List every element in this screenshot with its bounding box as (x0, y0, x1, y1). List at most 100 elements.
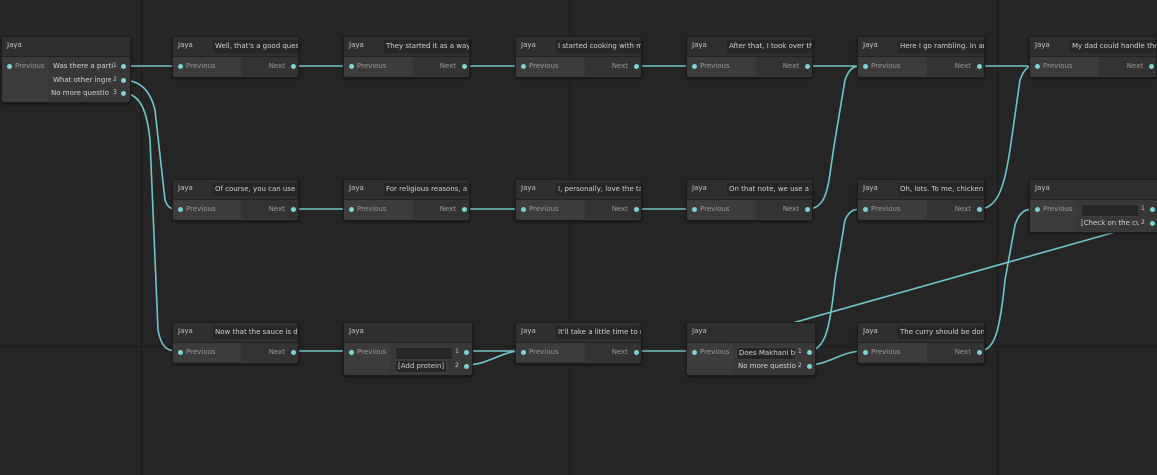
choice-port[interactable] (121, 91, 126, 96)
dialogue-line[interactable]: They started it as a way t (384, 40, 469, 53)
choice-text[interactable]: [Check on the cu (1081, 219, 1139, 228)
node-header: Jaya (2, 37, 130, 57)
dialogue-line[interactable]: Of course, you can use wl (213, 183, 298, 196)
speaker-label: Jaya (692, 184, 707, 192)
dialogue-line[interactable]: The curry should be done (898, 326, 984, 339)
grid-line (997, 0, 998, 475)
previous-port[interactable] (349, 350, 354, 355)
previous-port[interactable] (178, 64, 183, 69)
next-port[interactable] (977, 64, 982, 69)
previous-label: Previous (871, 205, 901, 213)
dialogue-line[interactable]: For religious reasons, a lo (384, 183, 469, 196)
choice-node[interactable]: Jaya Previous 1 [Add protein] 2 (343, 322, 473, 376)
previous-port[interactable] (692, 350, 697, 355)
dialogue-line[interactable]: Well, that's a good questic (213, 40, 298, 53)
choice-input[interactable] (395, 347, 453, 360)
previous-port[interactable] (349, 64, 354, 69)
start-node[interactable]: Jaya Previous Was there a parti 1 What o… (1, 36, 131, 103)
previous-port[interactable] (863, 350, 868, 355)
previous-port[interactable] (1035, 64, 1040, 69)
choice-port[interactable] (807, 364, 812, 369)
dialogue-node[interactable]: Jaya I started cooking with my Previous N… (515, 36, 642, 78)
choice-number: 3 (113, 89, 117, 96)
dialogue-node[interactable]: Jaya I, personally, love the tast Previou… (515, 179, 642, 221)
previous-port[interactable] (178, 207, 183, 212)
speaker-label: Jaya (863, 41, 878, 49)
graph-canvas[interactable]: Jaya Previous Was there a parti 1 What o… (0, 0, 1157, 475)
previous-label: Previous (357, 348, 387, 356)
previous-port[interactable] (863, 207, 868, 212)
choice-text[interactable]: Was there a parti (53, 62, 115, 71)
choice-text[interactable]: What other ingrec (53, 76, 111, 85)
choice-port[interactable] (121, 64, 126, 69)
dialogue-line[interactable]: On that note, we use a lot (727, 183, 812, 196)
previous-port[interactable] (521, 207, 526, 212)
choice-text[interactable]: No more questior (738, 362, 796, 371)
previous-port[interactable] (1035, 207, 1040, 212)
next-port[interactable] (291, 207, 296, 212)
choice-port[interactable] (807, 350, 812, 355)
dialogue-node[interactable]: Jaya Here I go rambling. In any Previous … (857, 36, 985, 78)
choice-text[interactable]: No more questior (51, 89, 109, 98)
choice-port[interactable] (464, 364, 469, 369)
next-port[interactable] (805, 207, 810, 212)
choice-port[interactable] (1150, 207, 1155, 212)
previous-port[interactable] (7, 64, 12, 69)
dialogue-node[interactable]: Jaya For religious reasons, a lo Previous… (343, 179, 470, 221)
dialogue-node[interactable]: Jaya They started it as a way t Previous … (343, 36, 470, 78)
choice-port[interactable] (121, 78, 126, 83)
previous-port[interactable] (521, 350, 526, 355)
previous-port[interactable] (349, 207, 354, 212)
next-port[interactable] (634, 64, 639, 69)
next-port[interactable] (291, 350, 296, 355)
wire (121, 92, 180, 352)
previous-port[interactable] (692, 207, 697, 212)
choice-port[interactable] (1150, 221, 1155, 226)
dialogue-line[interactable]: I started cooking with my (556, 40, 641, 53)
dialogue-line[interactable]: Now that the sauce is don (213, 326, 298, 339)
dialogue-node[interactable]: Jaya Well, that's a good questic Previous… (172, 36, 299, 78)
next-port[interactable] (291, 64, 296, 69)
choice-number: 1 (113, 62, 117, 69)
next-port[interactable] (977, 207, 982, 212)
dialogue-node[interactable]: Jaya Oh, lots. To me, chicken i Previous … (857, 179, 985, 221)
previous-label: Previous (1043, 205, 1073, 213)
dialogue-line[interactable]: It'll take a little time to ma (556, 326, 641, 339)
previous-port[interactable] (521, 64, 526, 69)
next-label: Next (439, 62, 456, 70)
next-port[interactable] (462, 64, 467, 69)
next-port[interactable] (1149, 64, 1154, 69)
dialogue-node[interactable]: Jaya After that, I took over the r Previo… (686, 36, 813, 78)
next-port[interactable] (634, 207, 639, 212)
previous-port[interactable] (863, 64, 868, 69)
choice-input[interactable]: Does Makhani br (736, 347, 796, 360)
dialogue-node[interactable]: Jaya Now that the sauce is don Previous N… (172, 322, 299, 364)
choice-node[interactable]: Jaya Previous Does Makhani br 1 No more … (686, 322, 816, 376)
dialogue-node[interactable]: Jaya It'll take a little time to ma Previ… (515, 322, 642, 364)
dialogue-line[interactable]: After that, I took over the r (727, 40, 812, 53)
previous-port[interactable] (692, 64, 697, 69)
dialogue-line[interactable]: My dad could handle the (1070, 40, 1156, 53)
node-header: Jaya (687, 323, 815, 343)
choice-node[interactable]: Jaya Previous 1 [Check on the cu 2 (1029, 179, 1157, 233)
dialogue-node[interactable]: Jaya My dad could handle the Previous Nex… (1029, 36, 1157, 78)
next-port[interactable] (805, 64, 810, 69)
next-port[interactable] (634, 350, 639, 355)
next-label: Next (954, 62, 971, 70)
previous-label: Previous (186, 205, 216, 213)
choice-input[interactable]: [Add protein] (395, 360, 447, 373)
choice-port[interactable] (464, 350, 469, 355)
previous-port[interactable] (178, 350, 183, 355)
dialogue-line[interactable]: Oh, lots. To me, chicken i (898, 183, 984, 196)
next-port[interactable] (462, 207, 467, 212)
dialogue-node[interactable]: Jaya Of course, you can use wl Previous N… (172, 179, 299, 221)
node-header: Jaya Now that the sauce is don (173, 323, 298, 343)
choice-number: 1 (455, 348, 459, 355)
choice-input[interactable] (1081, 204, 1139, 217)
dialogue-node[interactable]: Jaya The curry should be done Previous Ne… (857, 322, 985, 364)
dialogue-line[interactable]: Here I go rambling. In any (898, 40, 984, 53)
next-label: Next (954, 348, 971, 356)
dialogue-node[interactable]: Jaya On that note, we use a lot Previous … (686, 179, 813, 221)
dialogue-line[interactable]: I, personally, love the tast (556, 183, 641, 196)
next-port[interactable] (977, 350, 982, 355)
